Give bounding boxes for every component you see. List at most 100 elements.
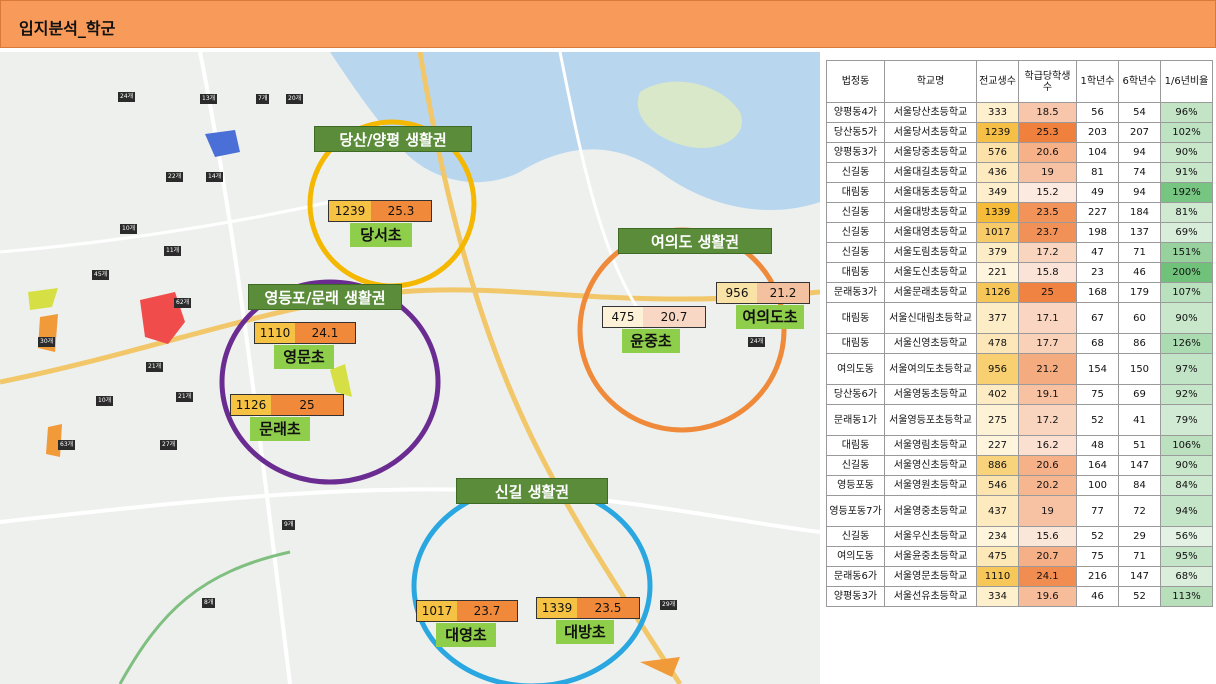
school-values-yunjung: 475 20.7: [602, 306, 706, 328]
table-row: 문래동6가 서울영문초등학교 1110 24.1 216 147 68%: [826, 566, 1213, 587]
table-row: 영등포동 서울영원초등학교 546 20.2 100 84 84%: [826, 475, 1213, 496]
table-cell: 478: [976, 333, 1019, 354]
table-cell: 양평동3가: [826, 586, 885, 607]
table-cell: 신길동: [826, 202, 885, 223]
table-row: 대림동 서울대동초등학교 349 15.2 49 94 192%: [826, 182, 1213, 203]
table-cell: 17.2: [1018, 242, 1077, 263]
students-value: 1110: [255, 323, 295, 343]
table-cell: 104: [1076, 142, 1119, 163]
table-row: 대림동 서울영림초등학교 227 16.2 48 51 106%: [826, 435, 1213, 456]
table-body: 양평동4가 서울당산초등학교 333 18.5 56 54 96% 당산동5가 서울당서초등학교…: [826, 102, 1213, 607]
table-cell: 서울당산초등학교: [884, 102, 977, 123]
table-cell: 68: [1076, 333, 1119, 354]
table-cell: 25.3: [1018, 122, 1077, 143]
table-cell: 23.7: [1018, 222, 1077, 243]
table-cell: 179: [1118, 282, 1161, 303]
table-cell: 17.2: [1018, 404, 1077, 436]
table-cell: 71: [1118, 242, 1161, 263]
table-cell: 서울영신초등학교: [884, 455, 977, 476]
map-tag: 13개: [200, 94, 218, 104]
table-cell: 69%: [1160, 222, 1213, 243]
students-value: 475: [603, 307, 643, 327]
table-cell: 서울신대림초등학교: [884, 302, 977, 334]
table-row: 문래동1가 서울영등포초등학교 275 17.2 52 41 79%: [826, 404, 1213, 436]
table-cell: 77: [1076, 495, 1119, 527]
column-header: 1/6년비율: [1160, 60, 1213, 103]
table-cell: 95%: [1160, 546, 1213, 567]
table-cell: 90%: [1160, 142, 1213, 163]
table-cell: 81%: [1160, 202, 1213, 223]
table-cell: 15.6: [1018, 526, 1077, 547]
table-cell: 1126: [976, 282, 1019, 303]
school-label-yunjung: 윤중초: [622, 329, 680, 353]
table-cell: 양평동4가: [826, 102, 885, 123]
table-cell: 1017: [976, 222, 1019, 243]
table-cell: 75: [1076, 384, 1119, 405]
table-cell: 221: [976, 262, 1019, 283]
table-cell: 16.2: [1018, 435, 1077, 456]
table-cell: 신길동: [826, 162, 885, 183]
table-cell: 20.2: [1018, 475, 1077, 496]
table-cell: 106%: [1160, 435, 1213, 456]
per-class-value: 24.1: [295, 323, 355, 343]
page-title: 입지분석_학군: [19, 19, 116, 38]
table-cell: 여의도동: [826, 353, 885, 385]
table-cell: 15.8: [1018, 262, 1077, 283]
table-row: 당산동5가 서울당서초등학교 1239 25.3 203 207 102%: [826, 122, 1213, 143]
table-cell: 192%: [1160, 182, 1213, 203]
table-cell: 164: [1076, 455, 1119, 476]
table-cell: 79%: [1160, 404, 1213, 436]
table-row: 신길동 서울대영초등학교 1017 23.7 198 137 69%: [826, 222, 1213, 243]
table-cell: 문래동1가: [826, 404, 885, 436]
table-cell: 19.1: [1018, 384, 1077, 405]
table-cell: 227: [976, 435, 1019, 456]
table-cell: 113%: [1160, 586, 1213, 607]
map-tag: 10개: [120, 224, 138, 234]
per-class-value: 21.2: [757, 283, 809, 303]
table-cell: 379: [976, 242, 1019, 263]
table-cell: 서울신영초등학교: [884, 333, 977, 354]
table-cell: 72: [1118, 495, 1161, 527]
table-cell: 107%: [1160, 282, 1213, 303]
map-tag: 30개: [38, 337, 56, 347]
table-cell: 17.1: [1018, 302, 1077, 334]
students-value: 1239: [329, 201, 371, 221]
table-cell: 21.2: [1018, 353, 1077, 385]
table-cell: 349: [976, 182, 1019, 203]
table-cell: 서울윤중초등학교: [884, 546, 977, 567]
table-cell: 81: [1076, 162, 1119, 183]
table-cell: 영등포동: [826, 475, 885, 496]
table-cell: 275: [976, 404, 1019, 436]
map-tag: 27개: [160, 440, 178, 450]
table-cell: 56: [1076, 102, 1119, 123]
table-cell: 475: [976, 546, 1019, 567]
table-cell: 84%: [1160, 475, 1213, 496]
table-cell: 94: [1118, 182, 1161, 203]
table-cell: 96%: [1160, 102, 1213, 123]
table-cell: 신길동: [826, 526, 885, 547]
table-cell: 150: [1118, 353, 1161, 385]
students-value: 1017: [417, 601, 457, 621]
table-cell: 137: [1118, 222, 1161, 243]
table-cell: 대림동: [826, 333, 885, 354]
table-cell: 51: [1118, 435, 1161, 456]
map-tag: 14개: [206, 172, 224, 182]
map-area[interactable]: 24개 13개 7개 20개 22개 14개 10개 11개 45개 62개 3…: [0, 52, 820, 684]
table-cell: 94: [1118, 142, 1161, 163]
table-cell: 90%: [1160, 455, 1213, 476]
column-header: 6학년수: [1118, 60, 1161, 103]
table-cell: 168: [1076, 282, 1119, 303]
table-cell: 126%: [1160, 333, 1213, 354]
table-cell: 20.6: [1018, 142, 1077, 163]
zone-label-yeongdeungpo: 영등포/문래 생활권: [248, 284, 402, 310]
map-tag: 20개: [286, 94, 304, 104]
column-header: 전교생수: [976, 60, 1019, 103]
school-values-mullae: 1126 25: [230, 394, 344, 416]
table-row: 여의도동 서울윤중초등학교 475 20.7 75 71 95%: [826, 546, 1213, 567]
table-row: 대림동 서울도신초등학교 221 15.8 23 46 200%: [826, 262, 1213, 283]
table-cell: 19: [1018, 162, 1077, 183]
table-cell: 1110: [976, 566, 1019, 587]
column-header: 학급당학생수: [1018, 60, 1077, 103]
map-tag: 63개: [58, 440, 76, 450]
table-cell: 서울도림초등학교: [884, 242, 977, 263]
